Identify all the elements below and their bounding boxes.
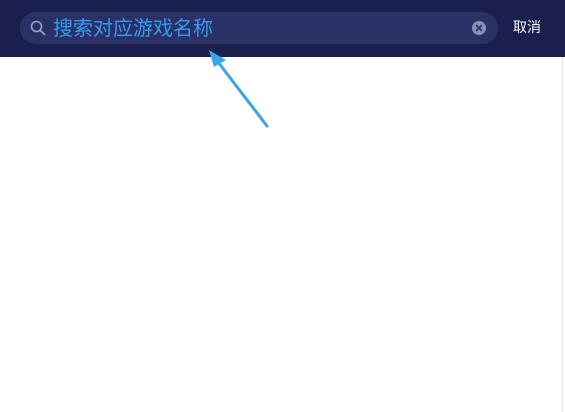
clear-icon[interactable]: [472, 21, 486, 35]
search-query-text[interactable]: 搜索对应游戏名称: [53, 15, 213, 41]
top-search-bar: 搜索对应游戏名称 取消: [0, 0, 565, 57]
app-page: 搜索对应游戏名称 取消: [0, 0, 565, 412]
cancel-button[interactable]: 取消: [513, 18, 541, 38]
right-edge-divider: [562, 57, 563, 412]
results-area: [0, 57, 565, 412]
search-icon: [30, 20, 46, 36]
search-input[interactable]: 搜索对应游戏名称: [20, 12, 498, 44]
